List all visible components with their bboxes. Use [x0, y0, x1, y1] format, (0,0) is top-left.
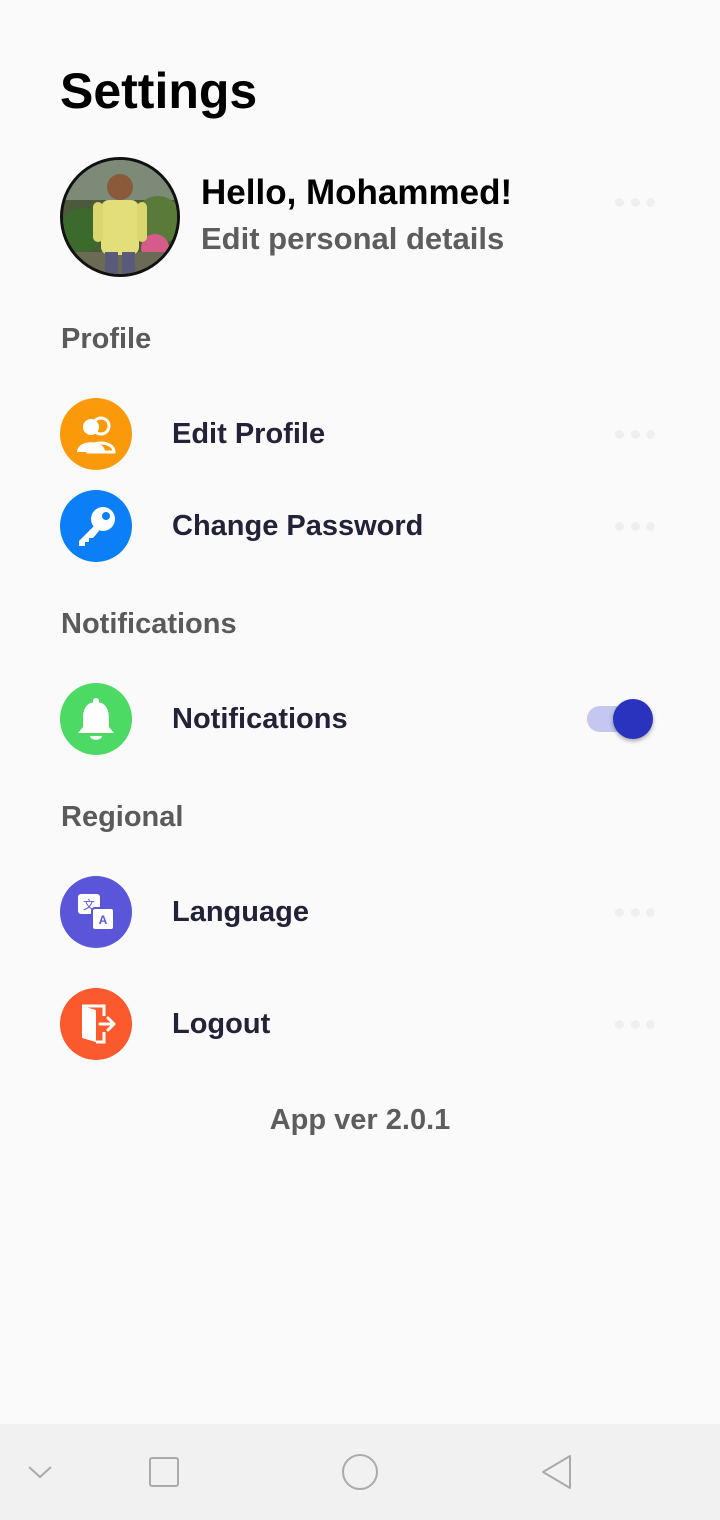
more-icon	[615, 521, 655, 531]
section-label-regional: Regional	[61, 801, 184, 833]
system-nav-bar	[0, 1424, 720, 1520]
settings-row-notifications[interactable]: Notifications	[60, 683, 660, 757]
users-icon	[60, 398, 132, 470]
back-icon[interactable]	[536, 1452, 576, 1492]
avatar[interactable]	[60, 157, 180, 277]
more-icon	[615, 907, 655, 917]
svg-text:A: A	[99, 913, 108, 927]
avatar-photo	[63, 160, 177, 274]
more-icon	[615, 1019, 655, 1029]
row-label: Notifications	[172, 703, 348, 735]
profile-card[interactable]: Hello, Mohammed! Edit personal details	[60, 157, 660, 277]
row-label: Language	[172, 896, 309, 928]
section-label-profile: Profile	[61, 323, 152, 355]
row-label: Edit Profile	[172, 418, 326, 450]
logout-icon	[60, 988, 132, 1060]
settings-row-language[interactable]: 文 A Language	[60, 876, 660, 950]
key-icon	[60, 490, 132, 562]
chevron-down-icon[interactable]	[22, 1454, 58, 1490]
recent-apps-icon[interactable]	[146, 1454, 182, 1490]
translate-icon: 文 A	[60, 876, 132, 948]
settings-row-edit-profile[interactable]: Edit Profile	[60, 398, 660, 472]
home-icon[interactable]	[339, 1452, 381, 1492]
notifications-toggle[interactable]	[587, 697, 657, 741]
settings-row-change-password[interactable]: Change Password	[60, 490, 660, 564]
app-version: App ver 2.0.1	[269, 1104, 451, 1136]
more-icon	[615, 429, 655, 439]
more-icon	[615, 197, 655, 207]
row-label: Change Password	[172, 510, 424, 542]
row-label: Logout	[172, 1008, 271, 1040]
section-label-notifications: Notifications	[61, 608, 237, 640]
toggle-thumb	[613, 699, 653, 739]
edit-personal-details-link[interactable]: Edit personal details	[201, 221, 504, 257]
bell-icon	[60, 683, 132, 755]
settings-row-logout[interactable]: Logout	[60, 988, 660, 1062]
page-title: Settings	[60, 63, 258, 119]
profile-greeting: Hello, Mohammed!	[201, 173, 513, 212]
